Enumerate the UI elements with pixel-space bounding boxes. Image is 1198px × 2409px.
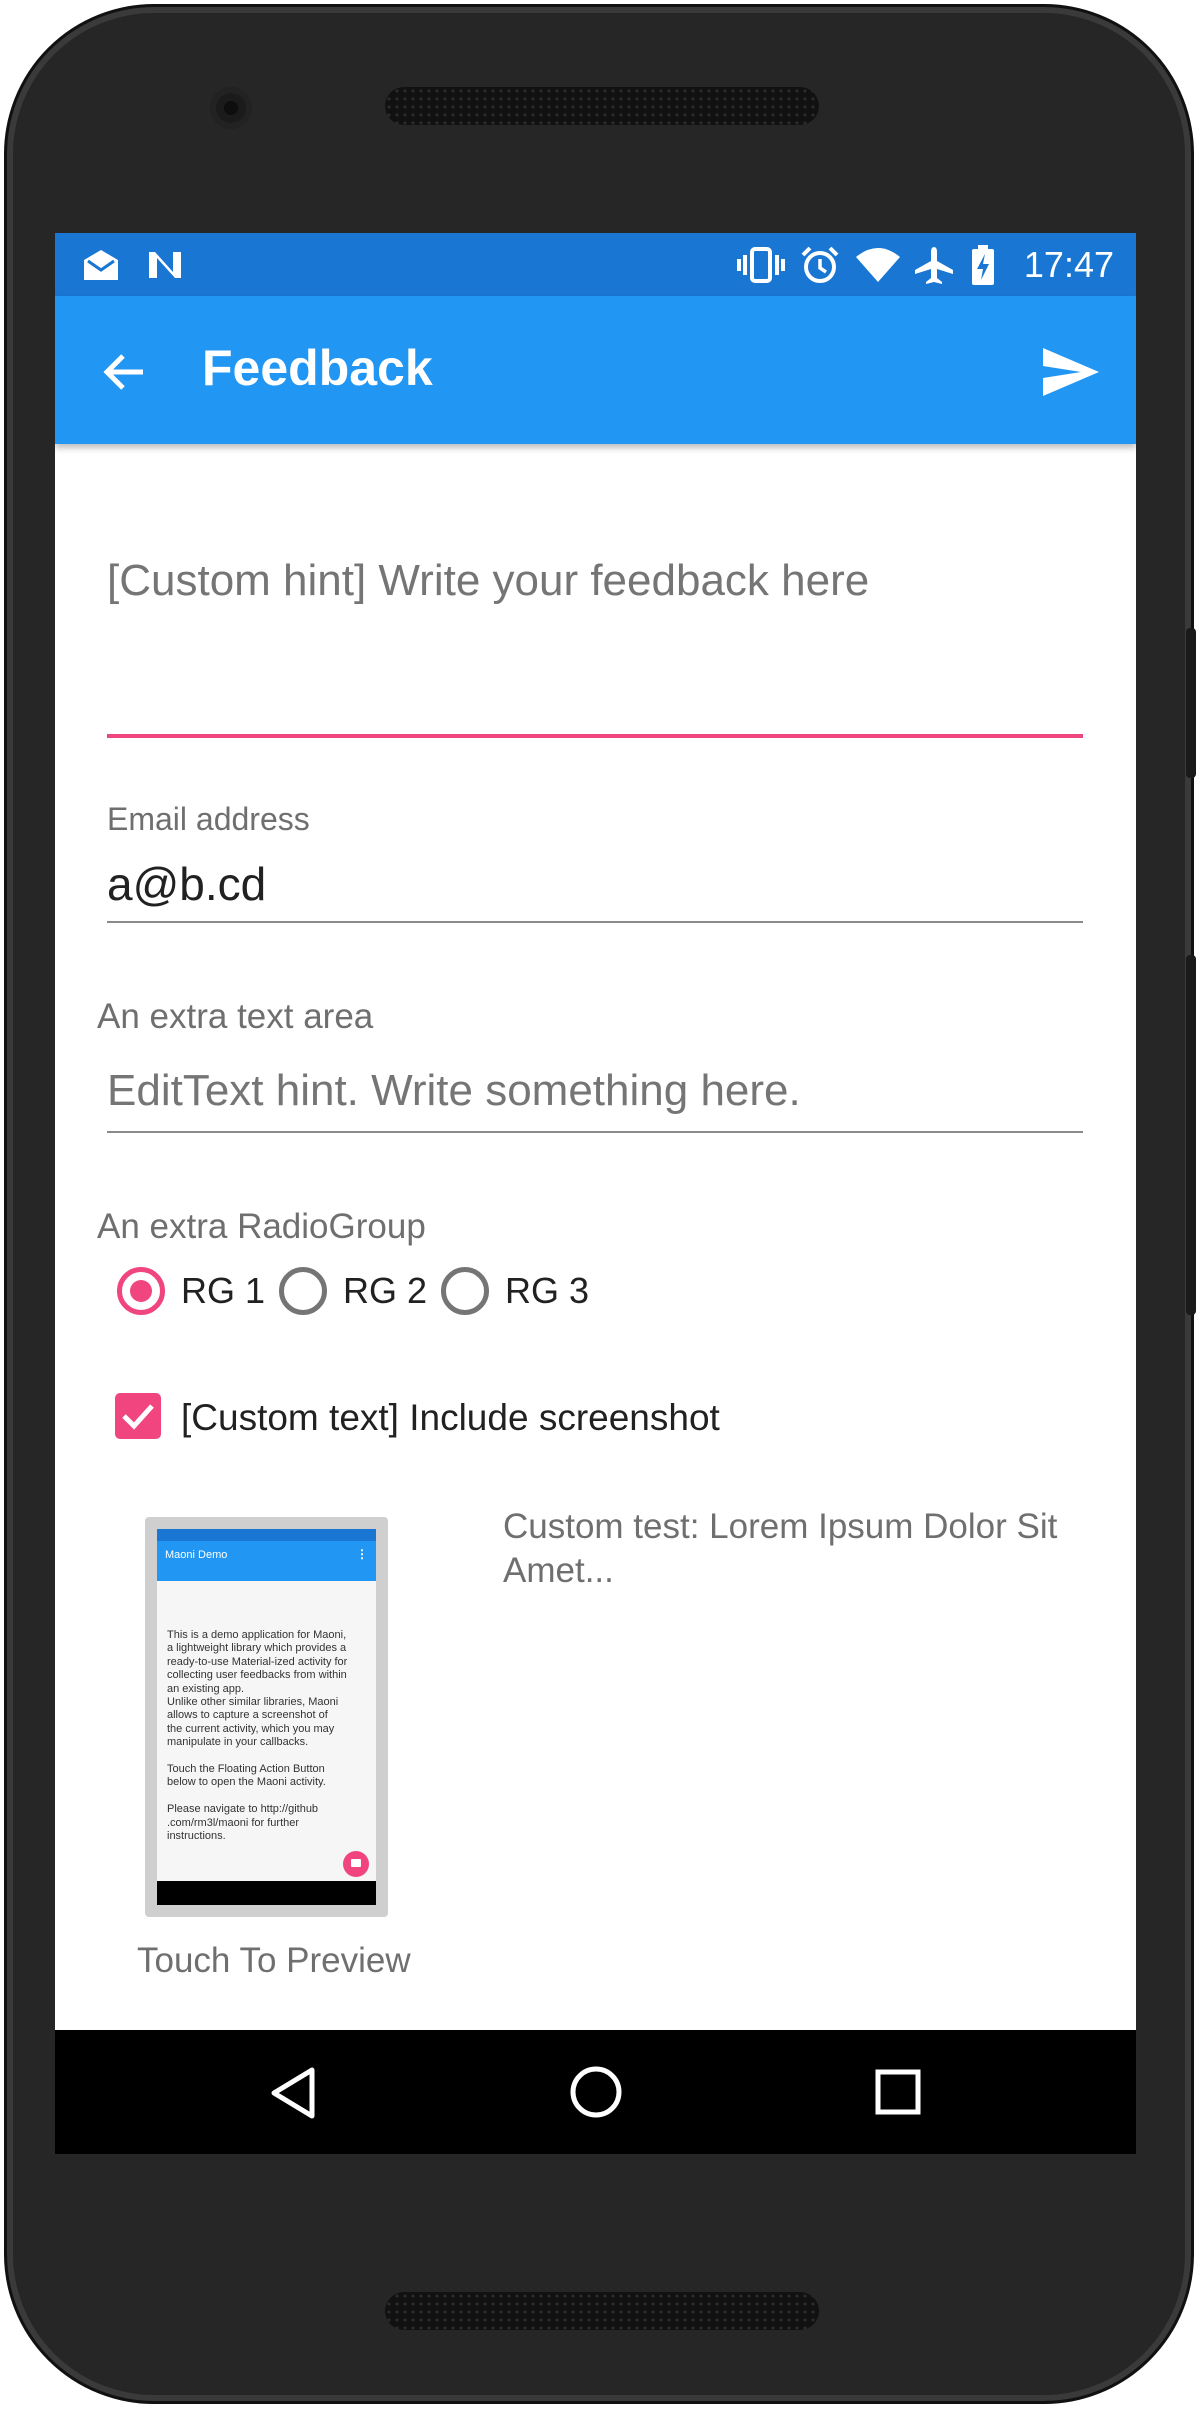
extra-text-area-label: An extra text area bbox=[97, 997, 374, 1036]
custom-preview-text: Custom test: Lorem Ipsum Dolor Sit Amet.… bbox=[503, 1507, 1058, 1590]
radio-option-rg1[interactable]: RG 1 bbox=[111, 1261, 271, 1321]
email-value: a@b.cd bbox=[107, 858, 267, 910]
feedback-underline bbox=[107, 734, 1083, 738]
nav-recents-icon[interactable] bbox=[874, 2068, 922, 2116]
feedback-input[interactable]: [Custom hint] Write your feedback here bbox=[107, 553, 1087, 673]
status-bar: 17:47 bbox=[55, 233, 1136, 296]
thumb-body-text: This is a demo application for Maoni, a … bbox=[167, 1629, 348, 1843]
app-toolbar: Feedback bbox=[55, 296, 1136, 444]
include-screenshot-label: [Custom text] Include screenshot bbox=[181, 1397, 720, 1438]
nav-back-icon[interactable] bbox=[268, 2066, 318, 2120]
radio-option-rg3[interactable]: RG 3 bbox=[435, 1261, 595, 1321]
airplane-icon bbox=[912, 245, 956, 285]
thumb-menu-icon: ⋮ bbox=[356, 1547, 368, 1561]
thumb-fab bbox=[343, 1851, 369, 1877]
radio-button bbox=[279, 1267, 327, 1315]
radio-button-selected bbox=[117, 1267, 165, 1315]
page-title: Feedback bbox=[202, 340, 433, 396]
radio-label: RG 2 bbox=[343, 1270, 428, 1311]
thumb-toolbar: Maoni Demo ⋮ bbox=[157, 1529, 376, 1581]
feedback-placeholder: [Custom hint] Write your feedback here bbox=[107, 556, 870, 605]
mail-notification-icon bbox=[81, 245, 121, 285]
email-label: Email address bbox=[107, 801, 310, 837]
screenshot-thumbnail: Maoni Demo ⋮ This is a demo application … bbox=[157, 1529, 376, 1905]
radio-group-label: An extra RadioGroup bbox=[97, 1207, 426, 1246]
arrow-back-icon[interactable] bbox=[101, 348, 149, 396]
extra-text-placeholder: EditText hint. Write something here. bbox=[107, 1066, 801, 1115]
check-icon bbox=[122, 1404, 154, 1430]
include-screenshot-checkbox[interactable]: [Custom text] Include screenshot bbox=[111, 1385, 811, 1451]
status-time: 17:47 bbox=[1023, 244, 1114, 285]
wifi-icon bbox=[855, 245, 901, 285]
email-underline bbox=[107, 921, 1083, 923]
thumb-title: Maoni Demo bbox=[165, 1549, 228, 1561]
thumb-nav-bar bbox=[157, 1881, 376, 1905]
thumb-status-bar bbox=[157, 1529, 376, 1541]
radio-label: RG 3 bbox=[505, 1270, 590, 1311]
email-field[interactable]: a@b.cd bbox=[107, 853, 1083, 917]
top-speaker bbox=[385, 87, 819, 125]
radio-label: RG 1 bbox=[181, 1270, 266, 1311]
nav-home-icon[interactable] bbox=[568, 2064, 624, 2120]
side-button bbox=[1186, 955, 1196, 1315]
screenshot-preview[interactable]: Maoni Demo ⋮ This is a demo application … bbox=[145, 1517, 388, 1917]
n-notification-icon bbox=[145, 245, 185, 285]
checkbox-checked bbox=[115, 1393, 161, 1439]
front-camera bbox=[210, 87, 252, 129]
alarm-icon bbox=[800, 245, 840, 285]
volume-button bbox=[1186, 628, 1196, 778]
bottom-speaker bbox=[385, 2292, 819, 2330]
vibrate-icon bbox=[737, 245, 785, 285]
touch-to-preview-caption: Touch To Preview bbox=[137, 1941, 411, 1980]
battery-charging-icon bbox=[970, 245, 996, 285]
send-icon[interactable] bbox=[1041, 346, 1101, 398]
radio-button bbox=[441, 1267, 489, 1315]
navigation-bar bbox=[55, 2030, 1136, 2154]
extra-text-underline bbox=[107, 1131, 1083, 1133]
app-screen: 17:47 Feedback [Custom hint] Write your … bbox=[55, 233, 1136, 2154]
radio-option-rg2[interactable]: RG 2 bbox=[273, 1261, 433, 1321]
extra-text-input[interactable]: EditText hint. Write something here. bbox=[107, 1063, 1083, 1127]
